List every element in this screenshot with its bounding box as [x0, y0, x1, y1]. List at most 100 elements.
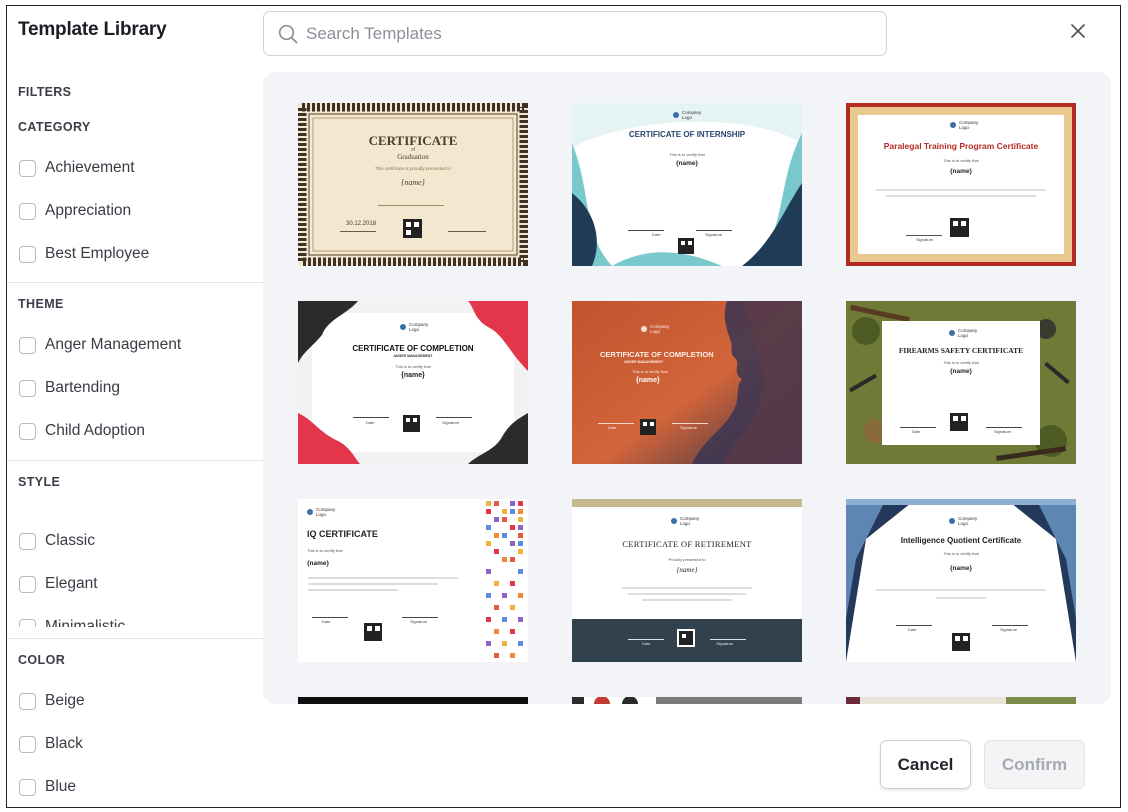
checkbox[interactable]: [19, 778, 36, 796]
option-label: Child Adoption: [45, 422, 145, 439]
option-label: Black: [45, 735, 83, 752]
certificate-title: FIREARMS SAFETY CERTIFICATE: [898, 346, 1024, 355]
close-button[interactable]: [1067, 20, 1089, 42]
template-grid: CERTIFICATE of Graduation This certifica…: [263, 72, 1111, 704]
template-card[interactable]: CERTIFICATE of Graduation This certifica…: [298, 103, 528, 266]
certificate-line: This certificate is proudly presented to: [375, 166, 451, 171]
checkbox[interactable]: [19, 618, 36, 627]
option-label: Anger Management: [45, 336, 182, 353]
company-logo-text: Company Logo: [316, 507, 336, 517]
signature-label: Signature: [716, 641, 734, 646]
checkbox[interactable]: [19, 336, 36, 354]
template-card[interactable]: [846, 697, 1076, 704]
filters-sidebar: FILTERS CATEGORY Achievement Appreciatio…: [7, 76, 263, 807]
date-label: Date: [642, 641, 651, 646]
certificate-subtitle: ANGER MANAGEMENT: [393, 354, 433, 358]
template-card[interactable]: Company Logo CERTIFICATE OF INTERNSHIP T…: [572, 103, 802, 266]
company-logo-text: Company Logo: [958, 328, 978, 338]
template-card[interactable]: Company Logo CERTIFICATE OF RETIREMENT P…: [572, 499, 802, 662]
template-card[interactable]: Company Logo Paralegal Training Program …: [846, 103, 1076, 266]
certificate-line: This is to certify that: [669, 152, 705, 157]
style-section: STYLE Classic Elegant Minimalistic: [7, 461, 263, 627]
filter-option[interactable]: Bartending: [19, 376, 120, 400]
confirm-button[interactable]: Confirm: [984, 740, 1085, 789]
filter-option[interactable]: Achievement: [19, 156, 135, 180]
certificate-name: {name}: [949, 168, 973, 175]
template-card[interactable]: Company Logo CERTIFICATE OF COMPLETION A…: [298, 301, 528, 464]
search-input[interactable]: [306, 18, 866, 50]
option-label: Elegant: [45, 575, 98, 592]
certificate-title: IQ CERTIFICATE: [307, 529, 378, 539]
filter-option[interactable]: Beige: [19, 689, 85, 713]
certificate-name: {name}: [401, 178, 425, 187]
filter-option[interactable]: Classic: [19, 529, 95, 553]
close-icon: [1071, 24, 1085, 38]
divider: [7, 282, 263, 283]
company-logo-text: Company Logo: [959, 120, 979, 130]
cancel-button[interactable]: Cancel: [880, 740, 971, 789]
checkbox[interactable]: [19, 159, 36, 177]
signature-label: Signature: [916, 237, 934, 242]
template-library-modal: Template Library FILTERS CATEGORY Achiev…: [6, 5, 1121, 808]
certificate-line: Proudly presented to: [668, 557, 706, 562]
certificate-line: This is to certify that: [632, 369, 668, 374]
signature-label: Signature: [410, 619, 428, 624]
certificate-title: CERTIFICATE OF INTERNSHIP: [628, 130, 746, 139]
filter-option[interactable]: Black: [19, 732, 83, 756]
option-label: Beige: [45, 692, 85, 709]
checkbox[interactable]: [19, 575, 36, 593]
option-label: Achievement: [45, 159, 135, 176]
category-title: CATEGORY: [18, 120, 91, 134]
filter-option[interactable]: Appreciation: [19, 199, 131, 223]
certificate-thumbnail: [572, 103, 802, 266]
date-label: Date: [322, 619, 331, 624]
filter-option[interactable]: Elegant: [19, 572, 98, 596]
certificate-line: This is to certify that: [943, 551, 979, 556]
checkbox[interactable]: [19, 692, 36, 710]
option-label: Minimalistic: [45, 618, 126, 627]
certificate-name: {name}: [949, 368, 973, 375]
company-logo-text: Company Logo: [409, 322, 429, 332]
certificate-line: This is to certify that: [395, 364, 431, 369]
filter-option[interactable]: Anger Management: [19, 333, 181, 357]
checkbox[interactable]: [19, 532, 36, 550]
option-label: Appreciation: [45, 202, 132, 219]
filter-option[interactable]: Child Adoption: [19, 419, 145, 443]
template-card[interactable]: [298, 697, 528, 704]
option-label: Classic: [45, 532, 95, 549]
certificate-name: {name}: [675, 160, 699, 167]
checkbox[interactable]: [19, 379, 36, 397]
template-card[interactable]: Company Logo FIREARMS SAFETY CERTIFICATE…: [846, 301, 1076, 464]
template-card[interactable]: Company Logo IQ CERTIFICATE This is to c…: [298, 499, 528, 662]
template-card[interactable]: Company Logo Intelligence Quotient Certi…: [846, 499, 1076, 662]
style-title: STYLE: [18, 475, 61, 489]
date-label: Date: [608, 425, 617, 430]
checkbox[interactable]: [19, 422, 36, 440]
date-label: Date: [912, 429, 921, 434]
option-label: Best Employee: [45, 245, 150, 262]
certificate-title: Paralegal Training Program Certificate: [883, 141, 1039, 151]
filter-option[interactable]: Best Employee: [19, 242, 149, 266]
filter-option[interactable]: Blue: [19, 775, 76, 799]
search-bar[interactable]: [263, 11, 887, 56]
filter-option[interactable]: Minimalistic: [19, 615, 125, 627]
template-card[interactable]: Company Logo CERTIFICATE OF COMPLETION A…: [572, 301, 802, 464]
signature-label: Signature: [680, 425, 698, 430]
certificate-title: CERTIFICATE OF COMPLETION: [352, 344, 474, 353]
checkbox[interactable]: [19, 735, 36, 753]
signature-label: Signature: [442, 420, 460, 425]
company-logo-text: Company Logo: [958, 516, 978, 526]
checkbox[interactable]: [19, 202, 36, 220]
checkbox[interactable]: [19, 245, 36, 263]
certificate-name: {name}: [636, 377, 660, 384]
date-label: Date: [652, 232, 661, 237]
certificate-name: {name}: [676, 566, 698, 574]
template-card[interactable]: [572, 697, 802, 704]
certificate-title: CERTIFICATE OF COMPLETION: [600, 350, 714, 359]
certificate-subtitle: Graduation: [397, 153, 429, 161]
date-label: Date: [908, 627, 917, 632]
certificate-subtitle: ANGER MANAGEMENT: [624, 360, 664, 364]
certificate-line: This is to certify that: [307, 548, 343, 553]
certificate-name: {name}: [401, 372, 425, 379]
signature-label: Signature: [705, 232, 723, 237]
